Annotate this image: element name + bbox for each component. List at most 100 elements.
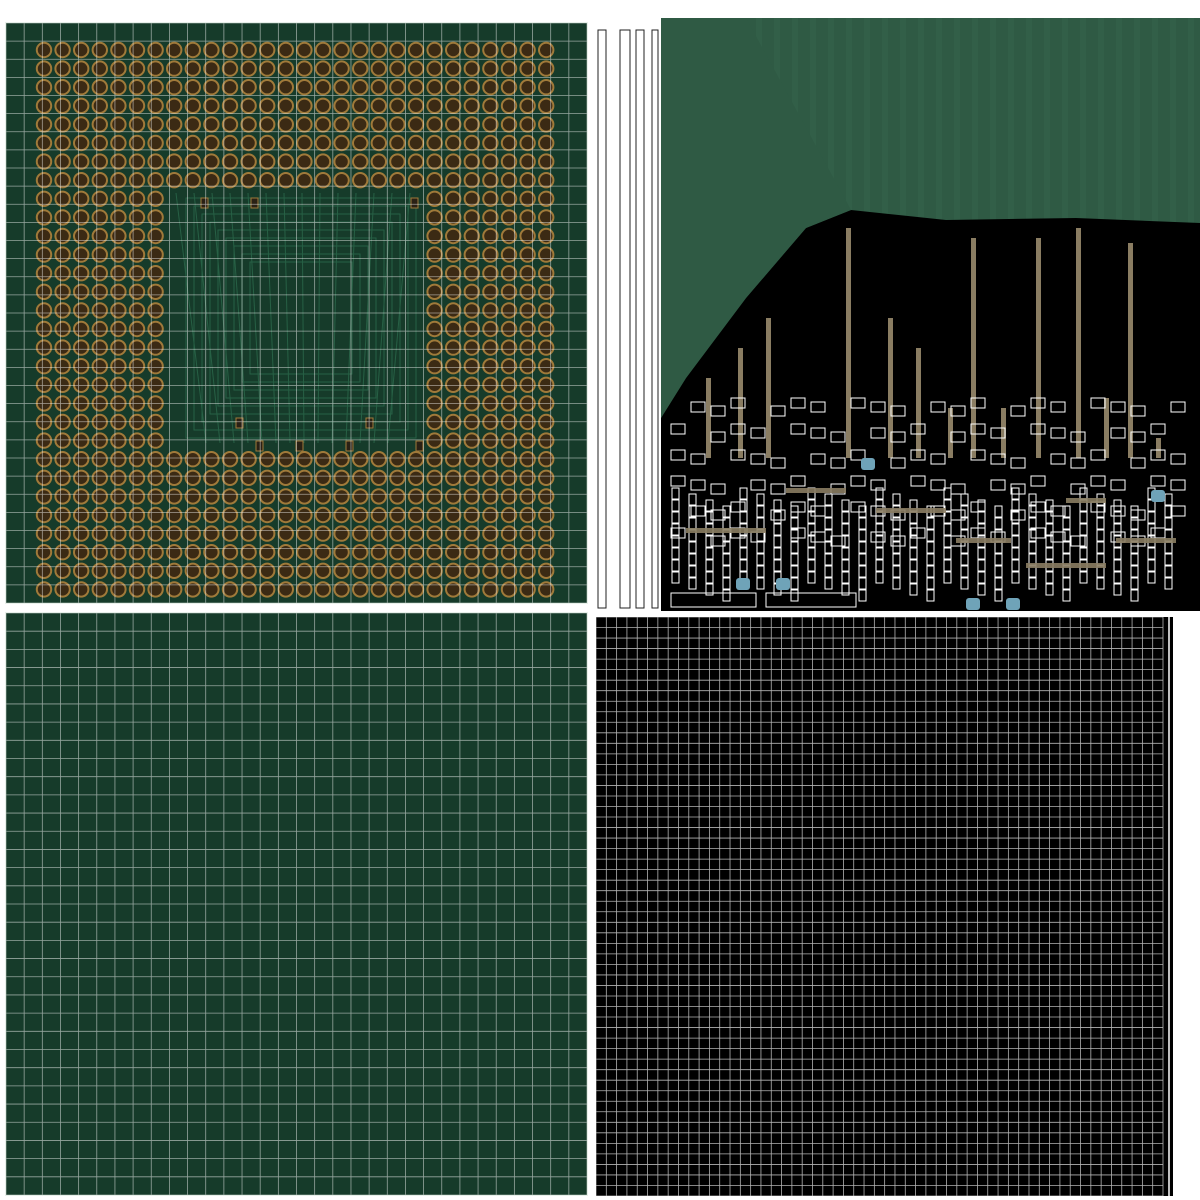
solder-pad [463,469,480,486]
copper-trace [1076,228,1081,458]
solder-pad [110,506,127,524]
solder-pad [333,153,350,170]
solder-pad [147,227,164,245]
solder-pad [277,134,294,152]
solder-pad [407,506,425,524]
solder-pad [482,469,499,486]
solder-pad [91,488,109,505]
blue-capacitor [736,578,750,590]
solder-pad [91,41,109,59]
solder-pad [54,246,71,263]
solder-pad [128,432,146,449]
solder-pad [352,153,369,170]
solder-pad [73,78,90,96]
solder-pad [389,78,406,96]
solder-pad [73,320,90,338]
solder-pad [445,265,462,282]
solder-pad [463,283,480,300]
solder-pad [91,153,109,170]
solder-pad [407,41,425,59]
solder-pad [110,358,127,375]
solder-pad [128,227,146,245]
solder-pad [426,488,443,505]
solder-pad [91,562,109,579]
solder-pad [389,172,406,189]
solder-pad [147,265,164,282]
solder-pad [352,544,369,561]
solder-pad [203,97,220,115]
solder-pad [147,432,164,449]
solder-pad [91,97,109,115]
solder-pad [407,97,425,115]
solder-pad [128,265,146,282]
solder-pad [407,525,425,542]
solder-pad [370,134,387,152]
solder-pad [370,116,387,133]
solder-pad [221,506,239,524]
solder-pad [333,172,350,189]
solder-pad [91,60,109,77]
solder-pad [54,339,71,356]
solder-pad [147,41,164,59]
solder-pad [35,376,53,393]
dense-uv-grid [596,617,1173,1196]
edge-strip [635,29,645,609]
solder-pad [482,265,499,282]
solder-pad [110,116,127,133]
solder-pad [314,78,332,96]
solder-pad [426,153,443,170]
solder-pad [110,562,127,579]
solder-pad [73,190,90,208]
solder-pad [389,153,406,170]
solder-pad [389,451,406,468]
solder-pad [296,172,313,189]
solder-pad [463,153,480,170]
solder-pad [352,78,369,96]
solder-pad [482,78,499,96]
solder-pad [259,506,276,524]
solder-pad [426,190,443,208]
tan-bar [686,528,766,533]
solder-pad [203,581,220,598]
solder-pad [445,376,462,393]
solder-pad [54,320,71,338]
solder-pad [54,432,71,449]
solder-pad [54,562,71,579]
solder-pad [147,581,164,598]
solder-pad [333,562,350,579]
solder-pad [445,116,462,133]
solder-pad [314,116,332,133]
solder-pad [110,153,127,170]
solder-pad [54,506,71,524]
solder-pad [54,358,71,375]
solder-pad [259,581,276,598]
solder-pad [110,376,127,393]
solder-pad [240,525,257,542]
solder-pad [463,358,480,375]
solder-pad [445,302,462,319]
solder-pad [296,544,313,561]
solder-pad [147,283,164,300]
solder-pad [147,190,164,208]
solder-pad [54,153,71,170]
solder-pad [240,78,257,96]
solder-pad [538,488,555,505]
solder-pad [110,227,127,245]
solder-pad [35,153,53,170]
solder-pad [482,376,499,393]
solder-pad [538,339,555,356]
solder-pad [482,116,499,133]
solder-pad [91,339,109,356]
solder-pad [203,60,220,77]
solder-pad [91,172,109,189]
solder-pad [277,78,294,96]
solder-pad [389,60,406,77]
solder-pad [389,469,406,486]
solder-pad [73,97,90,115]
solder-pad [333,451,350,468]
solder-pad [128,153,146,170]
solder-pad [463,116,480,133]
solder-pad [482,451,499,468]
solder-pad [463,265,480,282]
solder-pad [426,432,443,449]
